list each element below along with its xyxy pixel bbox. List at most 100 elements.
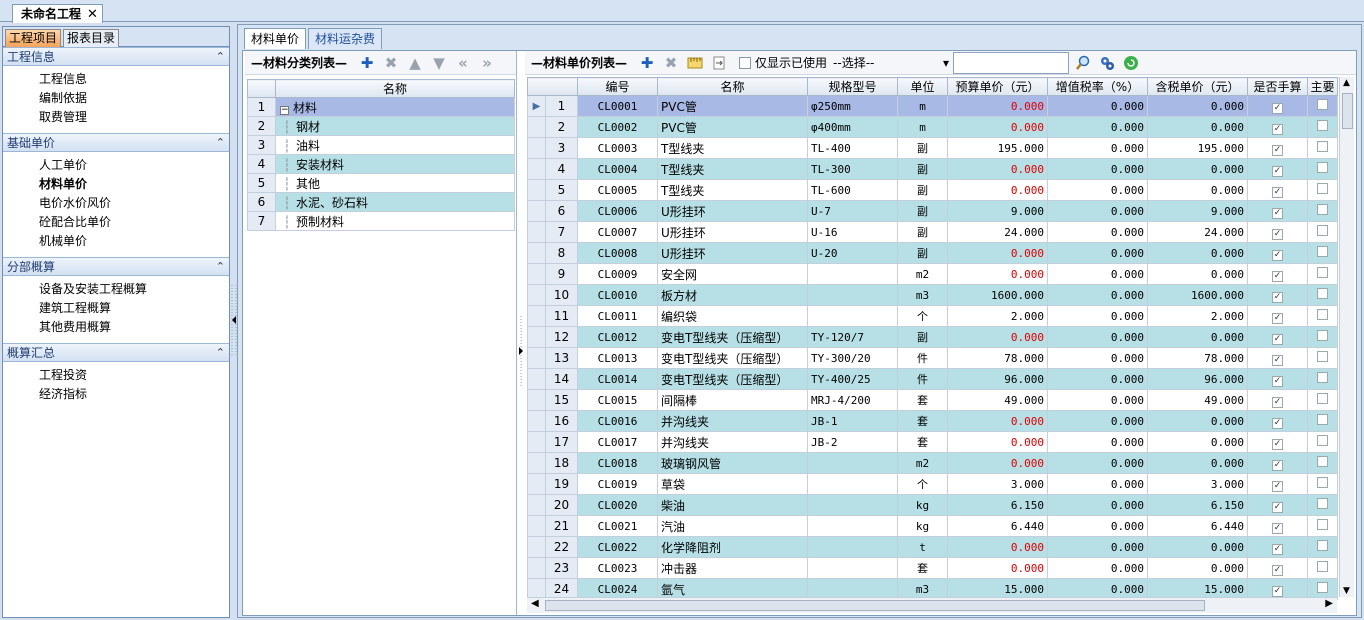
main-cell[interactable] xyxy=(1307,221,1338,243)
tab-project[interactable]: 工程项目 xyxy=(5,29,62,47)
manual-calc-checkbox[interactable]: ✓ xyxy=(1272,207,1283,219)
spec-cell[interactable]: TL-600 xyxy=(807,179,898,201)
collapse-chevron-icon[interactable]: ⌃ xyxy=(216,50,225,63)
main-checkbox[interactable] xyxy=(1317,393,1328,404)
unit-cell[interactable]: 个 xyxy=(897,305,948,327)
spec-cell[interactable] xyxy=(807,263,898,285)
tax-price-cell[interactable]: 0.000 xyxy=(1147,242,1248,264)
main-checkbox[interactable] xyxy=(1317,99,1328,110)
main-checkbox[interactable] xyxy=(1317,330,1328,341)
section-header[interactable]: 分部概算 ⌃ xyxy=(3,257,229,276)
spec-cell[interactable] xyxy=(807,305,898,327)
price-cell[interactable]: 0.000 xyxy=(947,326,1048,348)
code-cell[interactable]: CL0013 xyxy=(577,347,658,369)
manual-calc-checkbox[interactable]: ✓ xyxy=(1272,102,1283,114)
tax-price-cell[interactable]: 0.000 xyxy=(1147,116,1248,138)
main-cell[interactable] xyxy=(1307,95,1338,117)
move-down-icon[interactable]: ▼ xyxy=(429,53,449,73)
price-cell[interactable]: 0.000 xyxy=(947,536,1048,558)
manual-calc-checkbox[interactable]: ✓ xyxy=(1272,165,1283,177)
manual-calc-checkbox[interactable]: ✓ xyxy=(1272,396,1283,408)
unit-cell[interactable]: 副 xyxy=(897,179,948,201)
tax-rate-cell[interactable]: 0.000 xyxy=(1047,116,1148,138)
main-cell[interactable] xyxy=(1307,200,1338,222)
main-cell[interactable] xyxy=(1307,557,1338,579)
manual-calc-checkbox[interactable]: ✓ xyxy=(1272,291,1283,303)
code-cell[interactable]: CL0014 xyxy=(577,368,658,390)
tax-price-cell[interactable]: 3.000 xyxy=(1147,473,1248,495)
manual-calc-checkbox[interactable]: ✓ xyxy=(1272,438,1283,450)
column-header[interactable]: 单位 xyxy=(897,77,948,96)
table-row[interactable]: 22 CL0022 化学降阻剂 t 0.000 0.000 0.000 ✓ xyxy=(527,536,1338,558)
price-cell[interactable]: 195.000 xyxy=(947,137,1048,159)
main-cell[interactable] xyxy=(1307,473,1338,495)
collapse-icon[interactable]: − xyxy=(280,105,289,115)
category-row[interactable]: 4 ┆ 安装材料 xyxy=(247,154,515,174)
manual-calc-checkbox[interactable]: ✓ xyxy=(1272,417,1283,429)
spec-cell[interactable]: φ250mm xyxy=(807,95,898,117)
manual-calc-cell[interactable]: ✓ xyxy=(1247,452,1308,474)
name-cell[interactable]: 并沟线夹 xyxy=(657,431,808,453)
main-cell[interactable] xyxy=(1307,116,1338,138)
section-header[interactable]: 概算汇总 ⌃ xyxy=(3,343,229,362)
unit-cell[interactable]: 件 xyxy=(897,347,948,369)
main-cell[interactable] xyxy=(1307,452,1338,474)
main-checkbox[interactable] xyxy=(1317,582,1328,593)
main-checkbox[interactable] xyxy=(1317,246,1328,257)
nav-item[interactable]: 编制依据 xyxy=(39,89,229,108)
code-cell[interactable]: CL0022 xyxy=(577,536,658,558)
tax-price-cell[interactable]: 0.000 xyxy=(1147,452,1248,474)
manual-calc-cell[interactable]: ✓ xyxy=(1247,95,1308,117)
name-cell[interactable]: U形挂环 xyxy=(657,200,808,222)
name-cell[interactable]: T型线夹 xyxy=(657,137,808,159)
main-checkbox[interactable] xyxy=(1317,204,1328,215)
code-cell[interactable]: CL0021 xyxy=(577,515,658,537)
manual-calc-cell[interactable]: ✓ xyxy=(1247,536,1308,558)
unit-cell[interactable]: m xyxy=(897,116,948,138)
category-name-cell[interactable]: ┆ 水泥、砂石料 xyxy=(275,192,515,212)
code-cell[interactable]: CL0023 xyxy=(577,557,658,579)
main-cell[interactable] xyxy=(1307,536,1338,558)
name-cell[interactable]: 安全网 xyxy=(657,263,808,285)
spec-cell[interactable] xyxy=(807,284,898,306)
spec-cell[interactable] xyxy=(807,557,898,579)
tax-price-cell[interactable]: 1600.000 xyxy=(1147,284,1248,306)
main-checkbox[interactable] xyxy=(1317,288,1328,299)
unit-cell[interactable]: m2 xyxy=(897,263,948,285)
code-cell[interactable]: CL0016 xyxy=(577,410,658,432)
unit-cell[interactable]: m2 xyxy=(897,452,948,474)
category-row[interactable]: 1− 材料 xyxy=(247,97,515,117)
nav-item[interactable]: 其他费用概算 xyxy=(39,318,229,337)
scroll-up-icon[interactable]: ▲ xyxy=(1343,78,1350,88)
name-cell[interactable]: 变电T型线夹（压缩型） xyxy=(657,347,808,369)
main-cell[interactable] xyxy=(1307,410,1338,432)
main-cell[interactable] xyxy=(1307,515,1338,537)
manual-calc-cell[interactable]: ✓ xyxy=(1247,158,1308,180)
main-checkbox[interactable] xyxy=(1317,372,1328,383)
tab-material-freight[interactable]: 材料运杂费 xyxy=(308,28,383,49)
tax-rate-cell[interactable]: 0.000 xyxy=(1047,473,1148,495)
spec-cell[interactable]: JB-1 xyxy=(807,410,898,432)
price-cell[interactable]: 78.000 xyxy=(947,347,1048,369)
main-cell[interactable] xyxy=(1307,263,1338,285)
manual-calc-cell[interactable]: ✓ xyxy=(1247,557,1308,579)
nav-item[interactable]: 人工单价 xyxy=(39,156,229,175)
manual-calc-checkbox[interactable]: ✓ xyxy=(1272,522,1283,534)
spec-cell[interactable]: φ400mm xyxy=(807,116,898,138)
main-checkbox[interactable] xyxy=(1317,162,1328,173)
nav-item[interactable]: 取费管理 xyxy=(39,108,229,127)
main-cell[interactable] xyxy=(1307,347,1338,369)
collapse-chevron-icon[interactable]: ⌃ xyxy=(216,260,225,273)
manual-calc-checkbox[interactable]: ✓ xyxy=(1272,375,1283,387)
price-cell[interactable]: 3.000 xyxy=(947,473,1048,495)
code-cell[interactable]: CL0007 xyxy=(577,221,658,243)
manual-calc-cell[interactable]: ✓ xyxy=(1247,116,1308,138)
scroll-left-icon[interactable]: ◀ xyxy=(531,598,539,609)
price-cell[interactable]: 0.000 xyxy=(947,263,1048,285)
main-checkbox[interactable] xyxy=(1317,183,1328,194)
main-cell[interactable] xyxy=(1307,284,1338,306)
tax-rate-cell[interactable]: 0.000 xyxy=(1047,452,1148,474)
spec-cell[interactable] xyxy=(807,494,898,516)
table-row[interactable]: 9 CL0009 安全网 m2 0.000 0.000 0.000 ✓ xyxy=(527,263,1338,285)
price-cell[interactable]: 0.000 xyxy=(947,242,1048,264)
